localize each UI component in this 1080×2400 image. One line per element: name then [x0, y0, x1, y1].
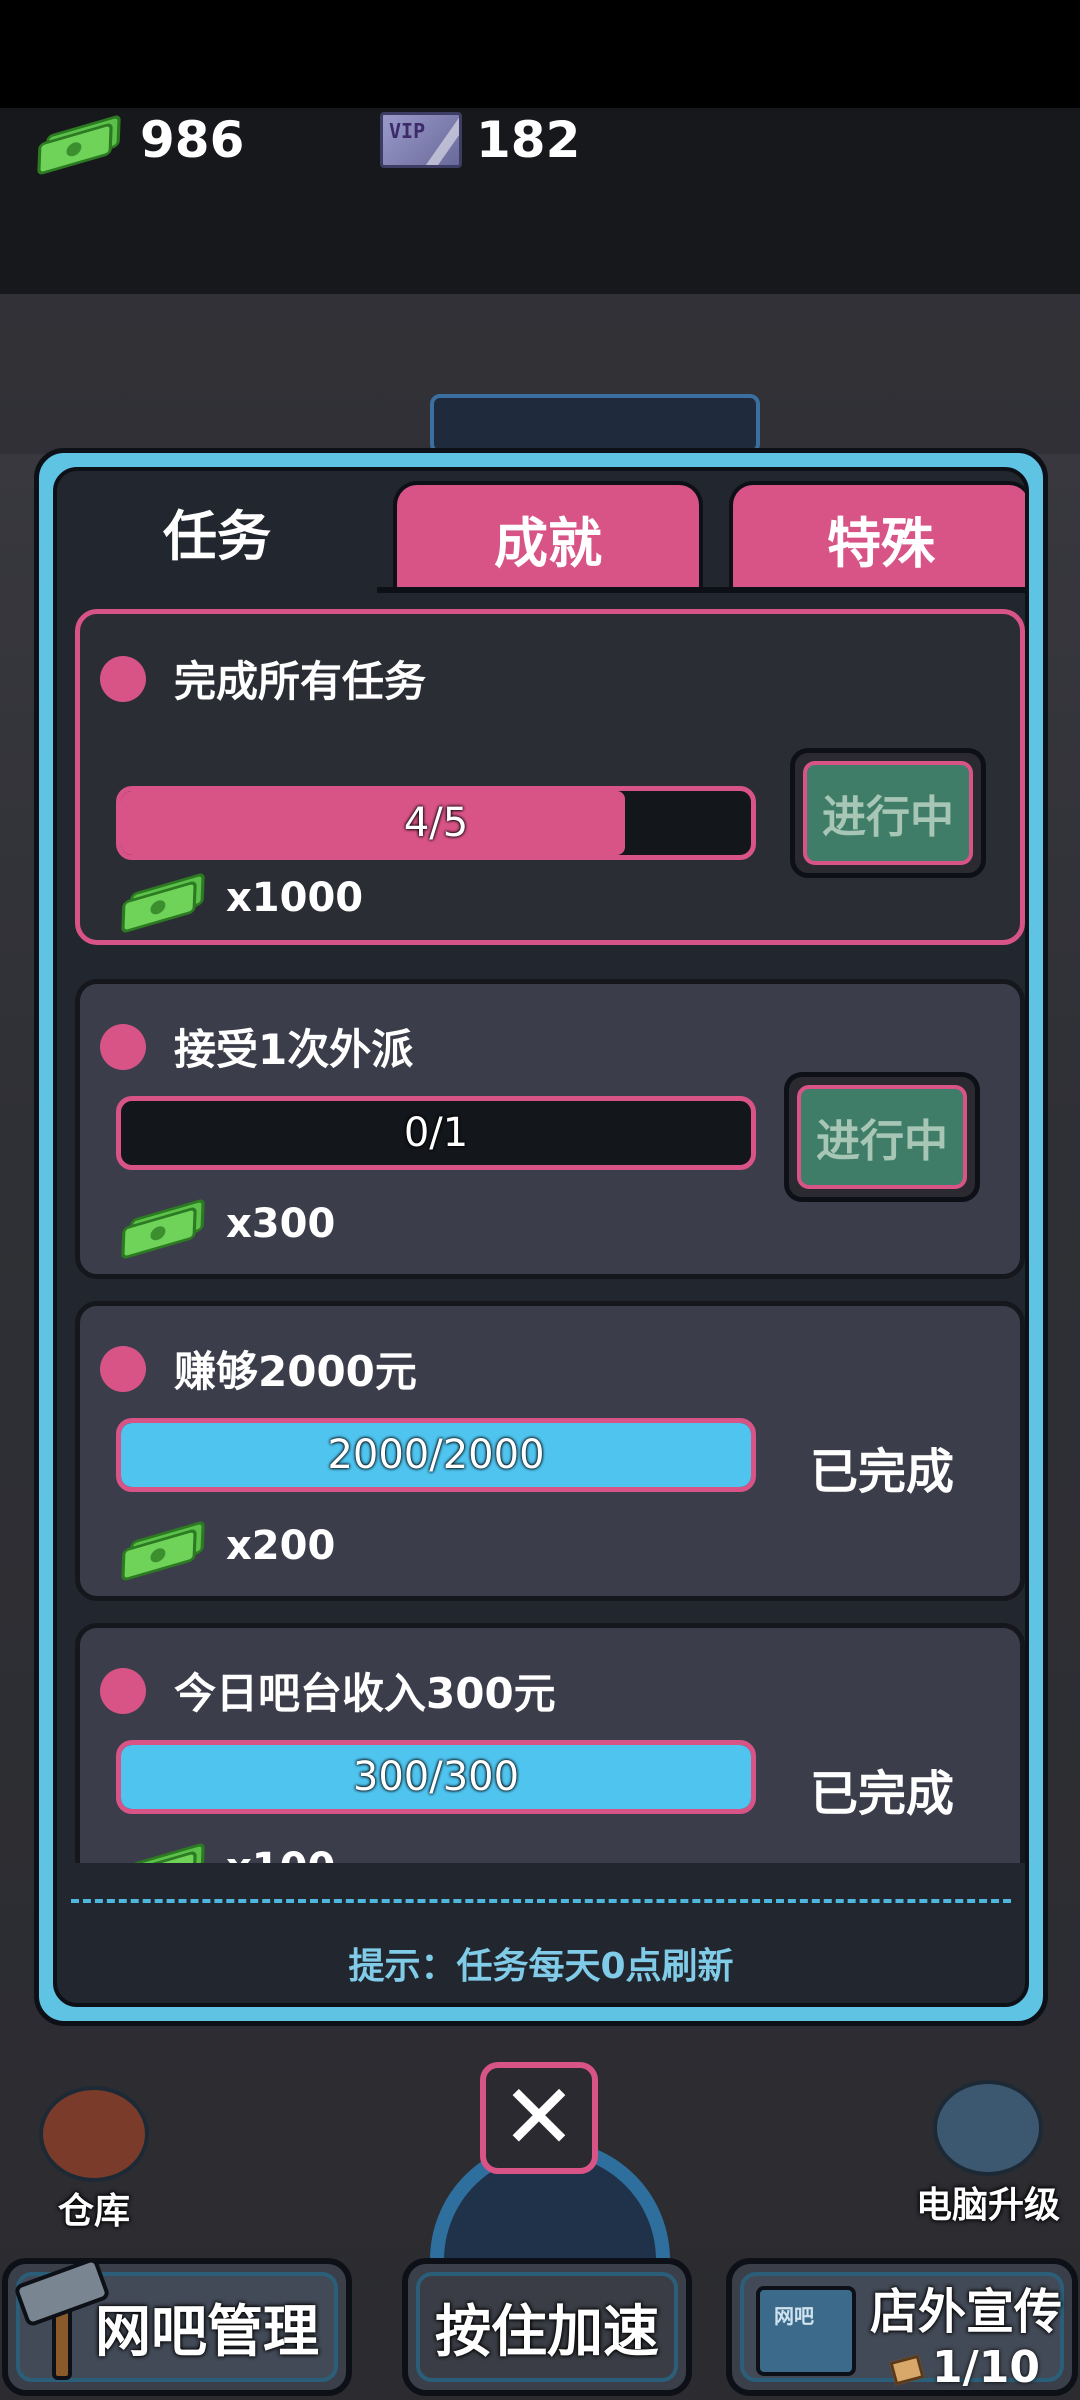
progress-text: 4/5	[403, 800, 469, 846]
task-card: 今日吧台收入300元 300/300 已完成 x100	[75, 1623, 1025, 1863]
task-progress-bar: 2000/2000	[116, 1418, 756, 1492]
reward-amount: x300	[226, 1201, 336, 1247]
reward-amount: x200	[226, 1523, 336, 1569]
task-reward: x100	[120, 1838, 335, 1863]
ticket-icon	[889, 2354, 925, 2386]
completed-label: 已完成	[810, 1444, 955, 1500]
task-card: 完成所有任务 4/5 进行中 x1000	[75, 609, 1025, 945]
treasure-chest-icon	[39, 2086, 149, 2182]
task-card: 赚够2000元 2000/2000 已完成 x200	[75, 1301, 1025, 1601]
computer-upgrade-button[interactable]: 电脑升级	[900, 2080, 1076, 2228]
dashed-divider	[71, 1899, 1011, 1903]
task-bullet	[100, 1346, 146, 1392]
warehouse-button[interactable]: 仓库	[24, 2086, 164, 2234]
close-button[interactable]: ✕	[480, 2062, 598, 2174]
in-progress-button[interactable]: 进行中	[790, 748, 986, 878]
computer-upgrade-label: 电脑升级	[915, 2185, 1060, 2226]
computer-icon	[933, 2080, 1043, 2176]
reward-amount: x100	[226, 1845, 335, 1863]
tab-achievements[interactable]: 成就	[393, 481, 703, 591]
warehouse-label: 仓库	[57, 2191, 130, 2232]
task-title: 今日吧台收入300元	[174, 1669, 556, 1718]
progress-text: 0/1	[403, 1110, 469, 1156]
task-bullet	[100, 1024, 146, 1070]
cash-counter: 986	[36, 105, 245, 176]
vip-ticket-icon: VIP	[380, 112, 462, 168]
task-bullet	[100, 656, 146, 702]
tab-divider	[377, 587, 1025, 593]
promo-count: 1/10	[932, 2342, 1040, 2393]
cash-icon	[120, 1194, 210, 1260]
cafe-sign	[430, 394, 760, 454]
in-progress-button[interactable]: 进行中	[784, 1072, 980, 1202]
task-list[interactable]: 完成所有任务 4/5 进行中 x1000 接受1次外派 0/1 进行中 x300…	[75, 609, 1025, 1863]
speed-up-button[interactable]: 按住加速	[402, 2258, 692, 2396]
task-progress-bar: 300/300	[116, 1740, 756, 1814]
task-progress-bar: 0/1	[116, 1096, 756, 1170]
task-title: 完成所有任务	[174, 657, 427, 706]
tab-tasks[interactable]: 任务	[57, 471, 377, 591]
completed-label: 已完成	[810, 1766, 955, 1822]
vip-counter: VIP 182	[380, 105, 580, 175]
cash-icon	[120, 1838, 210, 1863]
cash-icon	[36, 110, 126, 176]
task-dialog: 任务 成就 特殊 完成所有任务 4/5 进行中 x1000 接受1次外派 0/1…	[34, 448, 1048, 2026]
task-bullet	[100, 1668, 146, 1714]
tab-special[interactable]: 特殊	[729, 481, 1025, 591]
cash-icon	[120, 868, 210, 934]
refresh-hint: 提示：任务每天0点刷新	[348, 1946, 734, 1987]
task-dialog-panel: 任务 成就 特殊 完成所有任务 4/5 进行中 x1000 接受1次外派 0/1…	[53, 467, 1029, 2007]
task-reward: x300	[120, 1194, 336, 1260]
promo-button[interactable]: 网吧 店外宣传 1/10	[726, 2258, 1078, 2396]
shop-icon: 网吧	[756, 2286, 856, 2376]
task-title: 赚够2000元	[174, 1347, 417, 1396]
cash-icon	[120, 1516, 210, 1582]
progress-text: 300/300	[352, 1754, 520, 1800]
close-icon: ✕	[501, 2065, 577, 2170]
task-card: 接受1次外派 0/1 进行中 x300	[75, 979, 1025, 1279]
vip-value: 182	[476, 111, 581, 169]
task-reward: x200	[120, 1516, 336, 1582]
task-title: 接受1次外派	[174, 1025, 414, 1074]
reward-amount: x1000	[226, 875, 364, 921]
task-reward: x1000	[120, 868, 364, 934]
progress-text: 2000/2000	[327, 1432, 545, 1478]
task-progress-bar: 4/5	[116, 786, 756, 860]
status-bar	[0, 0, 1080, 108]
hammer-icon	[15, 2260, 109, 2380]
cash-value: 986	[140, 111, 245, 169]
